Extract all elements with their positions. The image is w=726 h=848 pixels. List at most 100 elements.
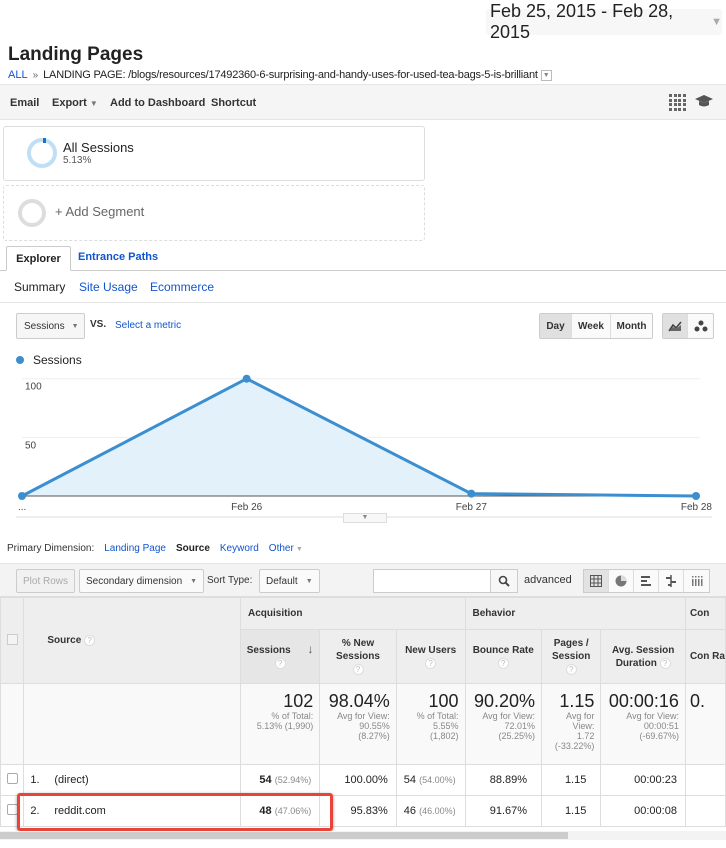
- search-button[interactable]: [490, 570, 517, 592]
- help-icon[interactable]: ?: [659, 657, 671, 669]
- sessions-chart: 50 100... Feb 26 Feb 27 Feb 28: [16, 374, 712, 518]
- source-cell: 1. (direct): [23, 764, 242, 796]
- subtab-ecommerce[interactable]: Ecommerce: [150, 280, 214, 294]
- select-metric-link[interactable]: Select a metric: [115, 320, 181, 331]
- x-tick-label: Feb 27: [456, 502, 488, 513]
- tabs-divider: [0, 270, 726, 271]
- table-row: 1. (direct) 54 (52.94%) 100.00% 54 (54.00…: [0, 764, 726, 796]
- subtab-site-usage[interactable]: Site Usage: [79, 280, 138, 294]
- pct-new-sessions-header[interactable]: % New Sessions?: [319, 629, 397, 684]
- row-checkbox[interactable]: [6, 773, 18, 784]
- totals-sessions: 102% of Total: 5.13% (1,990): [240, 683, 321, 765]
- advanced-filter-link[interactable]: advanced: [524, 574, 572, 586]
- tab-explorer[interactable]: Explorer: [6, 246, 71, 271]
- email-button[interactable]: Email: [10, 97, 39, 109]
- y-tick-label: 100: [25, 382, 42, 393]
- avg-session-duration-header[interactable]: Avg. Session Duration ?: [600, 629, 686, 684]
- chevron-down-icon: ▼: [89, 99, 98, 108]
- source-header[interactable]: Source ?: [23, 597, 242, 684]
- add-segment-button[interactable]: + Add Segment: [3, 185, 425, 241]
- export-label: Export: [52, 97, 87, 109]
- data-view-button[interactable]: [584, 570, 609, 592]
- motion-chart-button[interactable]: [688, 314, 713, 338]
- vs-label: VS.: [90, 319, 107, 330]
- table-search-input[interactable]: [373, 569, 518, 593]
- reddit-row-highlight: [17, 793, 333, 831]
- metric-select[interactable]: Sessions ▼: [16, 313, 85, 339]
- page-title: Landing Pages: [8, 44, 144, 65]
- totals-pages-session: 1.15 Avg for View: 1.72 (-33.22%): [541, 683, 602, 765]
- x-tick-label: ...: [18, 502, 26, 513]
- sessions-header[interactable]: Sessions ↓?: [240, 629, 321, 684]
- dimension-source[interactable]: Source: [176, 543, 210, 554]
- breadcrumb-current: LANDING PAGE: /blogs/resources/17492360-…: [43, 69, 538, 81]
- secondary-dimension-select[interactable]: Secondary dimension ▼: [79, 569, 205, 593]
- bounce-rate-header[interactable]: Bounce Rate?: [464, 629, 543, 684]
- new-users-header[interactable]: New Users?: [395, 629, 466, 684]
- tab-entrance-paths[interactable]: Entrance Paths: [78, 251, 158, 263]
- line-chart-icon: [668, 321, 682, 332]
- pages-session-header[interactable]: Pages / Session?: [541, 629, 602, 684]
- date-range-picker[interactable]: Feb 25, 2015 - Feb 28, 2015 ▼: [486, 1, 722, 42]
- plot-rows-button[interactable]: Plot Rows: [16, 569, 76, 593]
- pages-session-cell: 1.15: [541, 764, 602, 796]
- percentage-view-button[interactable]: [609, 570, 634, 592]
- behavior-group-header: Behavior: [464, 597, 686, 630]
- subtab-summary[interactable]: Summary: [14, 280, 65, 294]
- bounce-rate-cell: 88.89%: [464, 764, 543, 796]
- breadcrumb-all-link[interactable]: ALL: [8, 69, 28, 81]
- comparison-view-button[interactable]: [659, 570, 684, 592]
- segment-all-sessions[interactable]: All Sessions 5.13%: [3, 126, 425, 181]
- dimension-keyword[interactable]: Keyword: [220, 543, 259, 554]
- row-checkbox-cell: [0, 764, 25, 796]
- performance-view-button[interactable]: [634, 570, 659, 592]
- graduation-cap-icon[interactable]: [695, 93, 713, 109]
- x-tick-label: Feb 26: [231, 502, 263, 513]
- customize-grid-icon[interactable]: [669, 94, 686, 111]
- source-header-label: Source: [47, 635, 82, 646]
- new-users-cell: 54 (54.00%): [395, 764, 466, 796]
- week-button[interactable]: Week: [572, 314, 611, 338]
- data-point: [692, 492, 700, 500]
- add-to-dashboard-button[interactable]: Add to Dashboard: [110, 97, 205, 109]
- shortcut-button[interactable]: Shortcut: [211, 97, 256, 109]
- help-icon[interactable]: ?: [497, 657, 509, 669]
- help-icon[interactable]: ?: [565, 664, 577, 675]
- subtabs-divider: [0, 302, 726, 303]
- export-button[interactable]: Export ▼: [52, 97, 98, 109]
- sessions-header-label: Sessions: [246, 645, 291, 656]
- primary-dimension-label: Primary Dimension:: [7, 543, 95, 554]
- dimension-other[interactable]: Other ▼: [269, 543, 303, 554]
- help-icon[interactable]: ?: [352, 664, 364, 675]
- conversion-rate-header[interactable]: Con Ra: [684, 629, 726, 684]
- help-icon[interactable]: ?: [84, 635, 96, 646]
- new-users-label: New Users: [405, 644, 457, 656]
- select-all-checkbox[interactable]: [6, 633, 18, 645]
- metric-select-value: Sessions: [24, 320, 65, 332]
- avg-duration-cell: 00:00:08: [600, 795, 686, 827]
- totals-row: 102% of Total: 5.13% (1,990) 98.04% Avg fo…: [0, 683, 726, 765]
- data-point: [18, 492, 26, 500]
- horizontal-scrollbar[interactable]: [0, 832, 568, 839]
- totals-pct-new-sessions: 98.04% Avg for View: 90.55% (8.27%): [319, 683, 397, 765]
- pages-session-label: Pages / Session: [552, 638, 591, 662]
- help-icon[interactable]: ?: [274, 658, 286, 669]
- breadcrumb: ALL » LANDING PAGE: /blogs/resources/174…: [8, 69, 552, 81]
- chart-type-buttons: [662, 313, 714, 339]
- chart-collapse-toggle[interactable]: ▼: [343, 513, 387, 523]
- source-link[interactable]: (direct): [54, 774, 88, 786]
- report-toolbar: Email Export ▼ Add to Dashboard Shortcut: [0, 84, 726, 120]
- secondary-dimension-label: Secondary dimension: [86, 575, 183, 587]
- sort-type-select[interactable]: Default ▼: [259, 569, 320, 593]
- day-button[interactable]: Day: [540, 314, 572, 338]
- help-icon[interactable]: ?: [425, 657, 437, 669]
- breadcrumb-dropdown-button[interactable]: ▼: [540, 69, 552, 81]
- add-segment-label: + Add Segment: [55, 204, 145, 219]
- new-users-cell: 46 (46.00%): [395, 795, 466, 827]
- sort-descending-icon: ↓: [307, 642, 314, 656]
- segment-ring-icon: [27, 138, 57, 168]
- line-chart-button[interactable]: [663, 314, 688, 338]
- month-button[interactable]: Month: [611, 314, 652, 338]
- dimension-landing-page[interactable]: Landing Page: [104, 543, 166, 554]
- pivot-view-button[interactable]: [684, 570, 709, 592]
